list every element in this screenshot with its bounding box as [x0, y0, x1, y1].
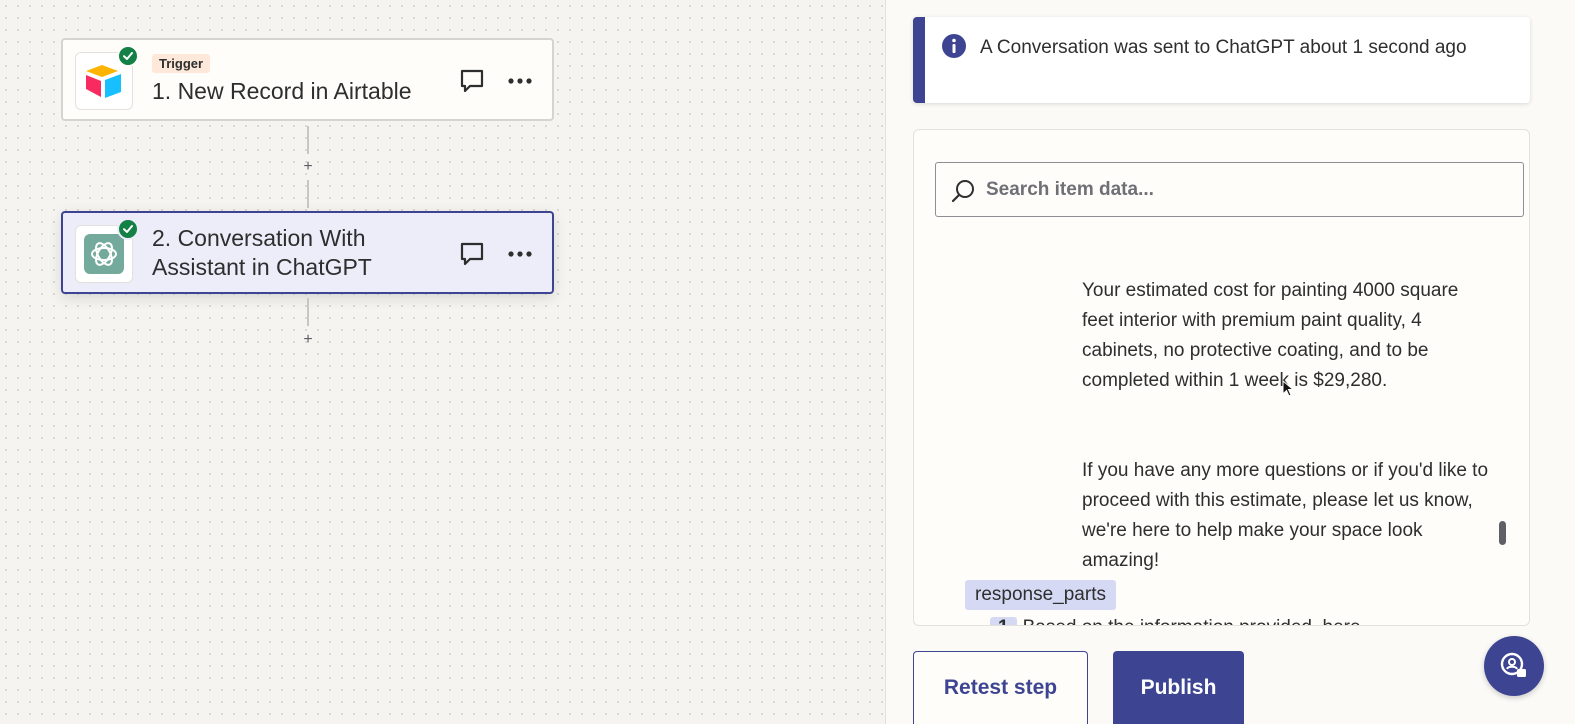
ellipsis-icon [508, 78, 532, 84]
add-step-button[interactable]: + [300, 159, 316, 175]
search-input[interactable] [986, 163, 1506, 216]
step-details-panel: A Conversation was sent to ChatGPT about… [885, 0, 1575, 724]
item-data-container[interactable]: Your estimated cost for painting 4000 sq… [913, 129, 1530, 626]
info-alert: A Conversation was sent to ChatGPT about… [913, 17, 1530, 103]
mouse-cursor-icon [1282, 380, 1294, 397]
add-step-button[interactable]: + [300, 332, 316, 348]
comment-icon [460, 242, 484, 266]
trigger-tag: Trigger [152, 53, 211, 73]
response-paragraph: Your estimated cost for painting 4000 sq… [1082, 280, 1459, 391]
scrollbar-thumb[interactable] [1499, 521, 1506, 545]
success-check-icon [117, 218, 139, 240]
search-icon [951, 180, 974, 203]
zap-editor-canvas[interactable]: Trigger 1. New Record in Airtable + 2. C… [0, 0, 885, 724]
comment-button[interactable] [456, 66, 488, 96]
step-title: 1. New Record in Airtable [152, 77, 412, 104]
help-chat-button[interactable] [1484, 636, 1544, 696]
connector-line [307, 180, 309, 208]
comment-button[interactable] [456, 239, 488, 269]
step-card-action[interactable]: 2. Conversation With Assistant in ChatGP… [61, 211, 554, 294]
field-key-label: response_parts [965, 580, 1116, 610]
list-item-text: Based on the information provided, here [1023, 617, 1361, 625]
search-box[interactable] [935, 162, 1524, 217]
response-paragraph: If you have any more questions or if you… [1082, 460, 1489, 571]
support-chat-icon [1500, 652, 1526, 677]
ellipsis-icon [508, 251, 532, 257]
more-options-button[interactable] [504, 66, 536, 96]
info-icon [942, 34, 966, 58]
connector-line [307, 126, 309, 154]
step-card-trigger[interactable]: Trigger 1. New Record in Airtable [61, 38, 554, 121]
alert-message: A Conversation was sent to ChatGPT about… [980, 37, 1467, 58]
connector-line [307, 298, 309, 326]
success-check-icon [117, 45, 139, 67]
step-title: 2. Conversation With Assistant in ChatGP… [152, 224, 372, 280]
publish-button[interactable]: Publish [1113, 651, 1244, 724]
more-options-button[interactable] [504, 239, 536, 269]
list-item: 1 Based on the information provided, here [990, 617, 1361, 625]
comment-icon [460, 69, 484, 93]
retest-step-button[interactable]: Retest step [913, 651, 1088, 724]
list-index: 1 [990, 617, 1017, 625]
